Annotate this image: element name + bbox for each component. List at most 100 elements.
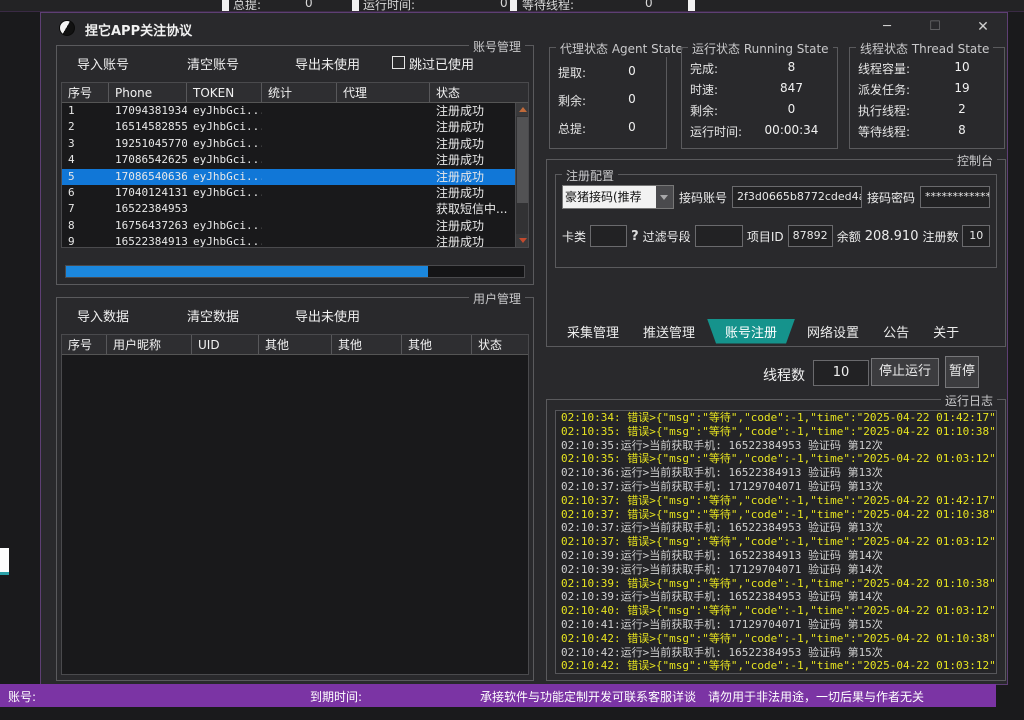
pause-button[interactable]: 暂停 — [945, 356, 979, 388]
sms-provider-select[interactable]: 豪猪接码(推荐 — [562, 185, 674, 209]
skip-used-checkbox[interactable] — [392, 56, 405, 69]
sms-account-input[interactable]: 2f3d0665b8772cded4a6 — [732, 186, 862, 208]
state-label: 执行线程: — [858, 102, 926, 119]
stop-run-button[interactable]: 停止运行 — [871, 358, 939, 386]
col-header[interactable]: 用户昵称 — [107, 335, 192, 354]
export-unused-button[interactable]: 导出未使用 — [295, 54, 360, 73]
table-row[interactable]: 5 17086540636 eyJhbGci... 注册成功 — [62, 169, 515, 185]
col-header[interactable]: Phone — [109, 83, 187, 102]
balance-value: 208.910 — [865, 229, 919, 244]
help-icon[interactable]: ? — [631, 229, 639, 244]
password-label: 接码密码 — [867, 189, 915, 206]
state-value: 0 — [604, 120, 660, 137]
run-log-label: 运行日志 — [941, 392, 997, 409]
thread-count-input[interactable]: 10 — [813, 360, 869, 386]
col-header[interactable]: 其他 — [259, 335, 332, 354]
import-data-button[interactable]: 导入数据 — [77, 306, 129, 325]
cell-token: eyJhbGci... — [187, 218, 262, 234]
clear-accounts-button[interactable]: 清空账号 — [187, 54, 239, 73]
tab[interactable]: 公告 — [871, 319, 921, 344]
status-notice-text: 承接软件与功能定制开发可联系客服详谈 请勿用于非法用途，一切后果与作者无关 — [480, 688, 924, 705]
table-row[interactable]: 8 16756437263 eyJhbGci... 注册成功 — [62, 218, 515, 234]
users-table[interactable]: 序号 用户昵称 UID 其他 其他 其他 状态 — [61, 334, 529, 675]
cell-stat — [262, 152, 337, 168]
project-id-input[interactable]: 87892 — [788, 225, 833, 247]
col-header[interactable]: 状态 — [472, 335, 528, 354]
state-value: 8 — [926, 123, 998, 140]
accounts-table[interactable]: 序号 Phone TOKEN 统计 代理 状态 1 17094381934 ey… — [61, 82, 529, 248]
col-header[interactable]: 状态 — [430, 83, 528, 102]
running-state-title: 运行状态 Running State — [688, 40, 833, 57]
scroll-up-icon[interactable] — [516, 103, 529, 116]
cell-stat — [262, 185, 337, 201]
sms-password-input[interactable]: ****************** — [920, 186, 990, 208]
cell-token: eyJhbGci... — [187, 119, 262, 135]
minimize-button[interactable]: ─ — [871, 15, 903, 39]
scroll-down-icon[interactable] — [516, 234, 529, 247]
col-header[interactable]: TOKEN — [187, 83, 262, 102]
maximize-button[interactable]: ☐ — [919, 15, 951, 39]
tab[interactable]: 推送管理 — [631, 319, 707, 344]
tab[interactable]: 关于 — [921, 319, 971, 344]
log-line: 02:10:40: 错误>{"msg":"等待","code":-1,"time… — [561, 604, 991, 618]
table-row[interactable]: 3 19251045770 eyJhbGci... 注册成功 — [62, 136, 515, 152]
table-row[interactable]: 9 16522384913 eyJhbGci... 注册成功 — [62, 234, 515, 247]
col-header[interactable]: 统计 — [262, 83, 337, 102]
running-state-group: 运行状态 Running State 完成: 8 时速: 847 剩余: — [681, 47, 838, 149]
tab[interactable]: 账号注册 — [707, 319, 795, 344]
table-row[interactable]: 4 17086542625 eyJhbGci... 注册成功 — [62, 152, 515, 168]
col-header[interactable]: 其他 — [332, 335, 402, 354]
cell-status: 注册成功 — [430, 136, 515, 152]
table-row[interactable]: 6 17040124131 eyJhbGci... 注册成功 — [62, 185, 515, 201]
col-header[interactable]: 代理 — [337, 83, 430, 102]
log-line: 02:10:42: 错误>{"msg":"等待","code":-1,"time… — [561, 659, 991, 673]
tab[interactable]: 网络设置 — [795, 319, 871, 344]
log-line: 02:10:41:运行>当前获取手机: 17129704071 验证码 第15次 — [561, 618, 991, 632]
cell-proxy — [337, 152, 430, 168]
cell-phone: 16522384913 — [109, 234, 187, 247]
cell-proxy — [337, 234, 430, 247]
col-header[interactable]: 序号 — [62, 335, 107, 354]
users-table-body — [62, 355, 528, 674]
app-window: 捏它APP关注协议 ─ ☐ ✕ 账号管理 导入账号 清空账号 导出未使用 跳过已… — [40, 12, 1008, 685]
state-row: 线程容量: 10 — [858, 60, 998, 77]
close-button[interactable]: ✕ — [967, 15, 999, 39]
scroll-thumb[interactable] — [517, 117, 528, 203]
clear-data-button[interactable]: 清空数据 — [187, 306, 239, 325]
account-management-group: 账号管理 导入账号 清空账号 导出未使用 跳过已使用 序号 Phone TOKE… — [56, 45, 534, 285]
accounts-scrollbar[interactable] — [515, 103, 528, 247]
state-value: 00:00:34 — [752, 123, 831, 140]
state-label: 等待线程: — [858, 123, 926, 140]
import-accounts-button[interactable]: 导入账号 — [77, 54, 129, 73]
cell-token — [187, 201, 262, 217]
cell-proxy — [337, 119, 430, 135]
table-row[interactable]: 7 16522384953 获取短信中... — [62, 201, 515, 217]
register-config-group: 注册配置 豪猪接码(推荐 接码账号 2f3d0665b8772cded4a6 接… — [555, 174, 997, 268]
log-line: 02:10:39:运行>当前获取手机: 16522384913 验证码 第14次 — [561, 549, 991, 563]
account-group-label: 账号管理 — [469, 38, 525, 55]
register-config-label: 注册配置 — [562, 167, 618, 184]
cell-no: 4 — [62, 152, 109, 168]
log-line: 02:10:35:运行>当前获取手机: 16522384953 验证码 第12次 — [561, 439, 991, 453]
log-output[interactable]: 02:10:34: 错误>{"msg":"等待","code":-1,"time… — [555, 410, 997, 674]
col-header[interactable]: 序号 — [62, 83, 109, 102]
cell-proxy — [337, 218, 430, 234]
col-header[interactable]: UID — [192, 335, 259, 354]
col-header[interactable]: 其他 — [402, 335, 472, 354]
register-count-input[interactable]: 10 — [962, 225, 990, 247]
app-logo-icon — [59, 20, 75, 36]
state-value: 0 — [752, 102, 831, 119]
log-line: 02:10:42:运行>当前获取手机: 16522384953 验证码 第15次 — [561, 646, 991, 660]
table-row[interactable]: 1 17094381934 eyJhbGci... 注册成功 — [62, 103, 515, 119]
users-table-header: 序号 用户昵称 UID 其他 其他 其他 状态 — [62, 335, 528, 355]
filter-input[interactable] — [695, 225, 743, 247]
chevron-down-icon[interactable] — [656, 186, 673, 208]
tab[interactable]: 采集管理 — [555, 319, 631, 344]
export-unused-data-button[interactable]: 导出未使用 — [295, 306, 360, 325]
cell-no: 2 — [62, 119, 109, 135]
cell-status: 注册成功 — [430, 234, 515, 247]
table-row[interactable]: 2 16514582855 eyJhbGci... 注册成功 — [62, 119, 515, 135]
state-label: 剩余: — [558, 92, 604, 109]
card-type-label: 卡类 — [562, 228, 586, 245]
card-type-input[interactable] — [590, 225, 627, 247]
